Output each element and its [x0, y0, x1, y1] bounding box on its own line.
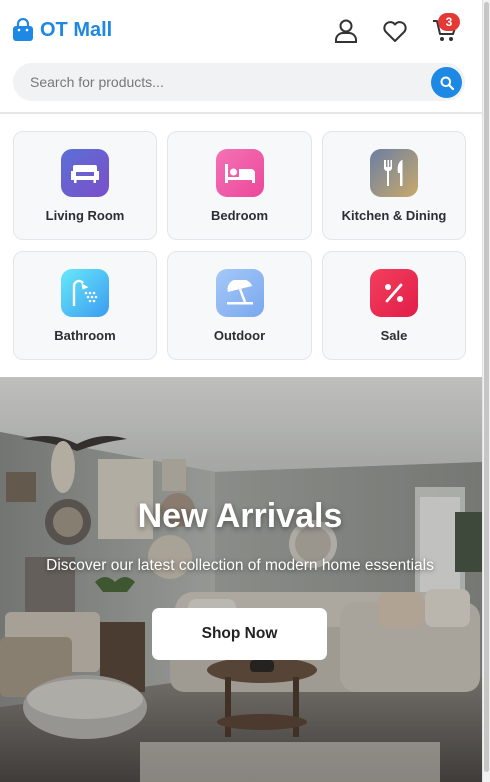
scrollbar-thumb[interactable]: [484, 2, 489, 772]
category-label: Sale: [380, 328, 408, 343]
category-living-room[interactable]: Living Room: [13, 131, 157, 240]
category-label: Bathroom: [54, 328, 116, 343]
category-icon-tile: [61, 269, 109, 317]
category-kitchen-dining[interactable]: Kitchen & Dining: [322, 131, 466, 240]
header: OT Mall 3: [0, 0, 482, 114]
category-icon-tile: [370, 269, 418, 317]
heart-icon[interactable]: [382, 18, 408, 44]
hero-title: New Arrivals: [137, 497, 343, 535]
category-sale[interactable]: Sale: [322, 251, 466, 360]
category-label: Bedroom: [210, 208, 269, 223]
category-icon-tile: [215, 269, 264, 317]
category-label: Outdoor: [213, 328, 266, 343]
hero-subtitle: Discover our latest collection of modern…: [46, 557, 434, 574]
category-icon-tile: [215, 149, 264, 197]
search-input[interactable]: [13, 63, 423, 101]
bed-icon: [224, 164, 255, 183]
umbrella-beach-icon: [226, 280, 253, 305]
page: OT Mall 3 Search for products... Living …: [0, 0, 482, 782]
category-bathroom[interactable]: Bathroom: [13, 251, 157, 360]
cart-count-badge: 3: [438, 13, 460, 31]
search-button[interactable]: [431, 67, 462, 98]
scrollbar[interactable]: [482, 0, 490, 782]
search-icon: [440, 76, 454, 90]
shopping-bag-icon: [13, 18, 33, 41]
logo[interactable]: OT Mall: [12, 18, 112, 42]
category-icon-tile: [370, 149, 418, 197]
hero-overlay: [0, 377, 482, 782]
percent-icon: [385, 283, 403, 303]
category-label: Living Room: [45, 208, 125, 223]
utensils-icon: [384, 160, 403, 186]
category-icon-tile: [61, 149, 109, 197]
category-bedroom[interactable]: Bedroom: [167, 131, 312, 240]
user-icon[interactable]: [333, 18, 359, 44]
category-grid: Living Room Bedroom Kitchen & Dining Bat…: [13, 131, 466, 360]
shower-icon: [72, 279, 98, 306]
shop-now-button[interactable]: Shop Now: [152, 608, 327, 660]
category-outdoor[interactable]: Outdoor: [167, 251, 312, 360]
category-label: Kitchen & Dining: [341, 208, 447, 223]
hero-banner: New Arrivals Discover our latest collect…: [0, 377, 482, 782]
sofa-icon: [71, 165, 99, 183]
search-bar: [13, 63, 465, 101]
brand-name: OT Mall: [40, 18, 113, 41]
